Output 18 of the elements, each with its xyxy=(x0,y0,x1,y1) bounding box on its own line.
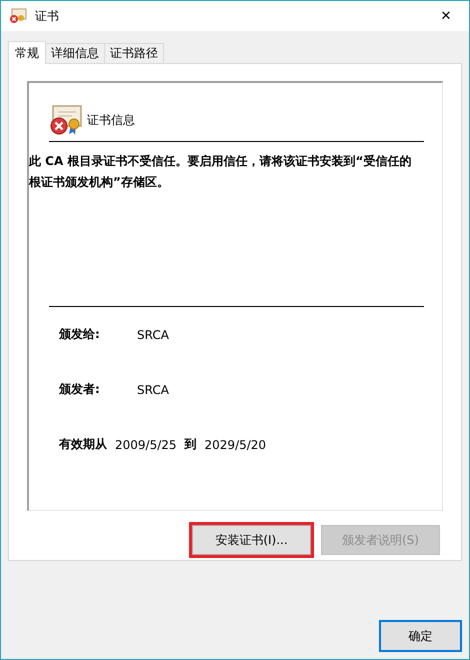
ok-button[interactable]: 确定 xyxy=(379,620,462,652)
certificate-error-icon xyxy=(49,104,83,136)
certificate-icon xyxy=(9,8,27,24)
trust-warning: 此 CA 根目录证书不受信任。要启用信任，请将该证书安装到“受信任的根证书颁发机构”存储区。 xyxy=(29,153,412,191)
field-value: SRCA xyxy=(137,382,169,396)
field-value: SRCA xyxy=(137,328,169,342)
validity-to-label: 到 xyxy=(184,436,197,453)
validity-label: 有效期从 xyxy=(59,436,107,453)
valid-from-date: 2009/5/25 xyxy=(115,438,177,452)
window-title: 证书 xyxy=(35,8,59,24)
close-button[interactable]: ✕ xyxy=(423,1,469,31)
field-label: 颁发者: xyxy=(59,381,101,398)
field-label: 颁发给: xyxy=(59,326,101,343)
section-title: 证书信息 xyxy=(87,112,135,128)
dialog-button[interactable]: 安装证书(I)... xyxy=(192,525,311,555)
tab[interactable]: 证书路径 xyxy=(104,43,164,63)
tab[interactable]: 常规 xyxy=(8,41,46,64)
valid-to-date: 2029/5/20 xyxy=(204,438,266,452)
